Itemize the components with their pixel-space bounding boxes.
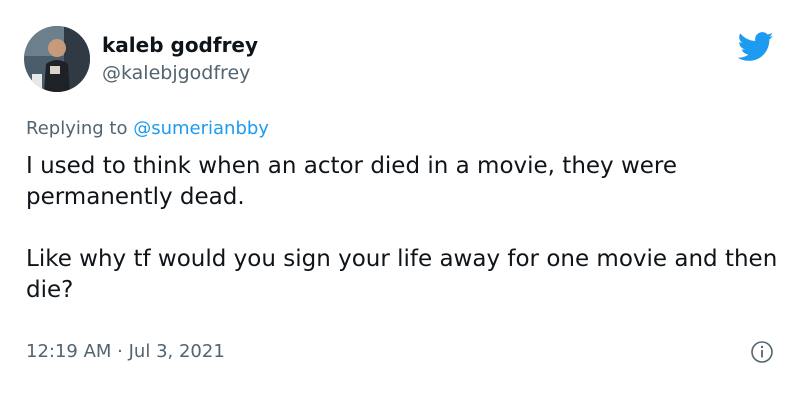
reply-mention-link[interactable]: @sumerianbby	[133, 118, 269, 139]
avatar-image	[24, 26, 90, 92]
author-names: kaleb godfrey @kalebjgodfrey	[102, 32, 258, 86]
replying-to: Replying to @sumerianbby	[26, 117, 269, 141]
tweet-text: I used to think when an actor died in a …	[26, 151, 786, 306]
tweet-timestamp[interactable]: 12:19 AM · Jul 3, 2021	[26, 340, 225, 364]
author-handle[interactable]: @kalebjgodfrey	[102, 60, 258, 86]
tweet-time: 12:19 AM	[26, 341, 112, 362]
tweet-paragraph: Like why tf would you sign your life awa…	[26, 246, 778, 303]
replying-to-label: Replying to	[26, 118, 134, 139]
tweet-date: Jul 3, 2021	[128, 341, 225, 362]
tweet-header: kaleb godfrey @kalebjgodfrey	[24, 26, 258, 92]
tweet-card: kaleb godfrey @kalebjgodfrey Replying to…	[0, 0, 800, 400]
info-icon[interactable]	[750, 340, 774, 364]
author-display-name[interactable]: kaleb godfrey	[102, 32, 258, 58]
tweet-paragraph: I used to think when an actor died in a …	[26, 153, 678, 210]
avatar[interactable]	[24, 26, 90, 92]
timestamp-separator: ·	[111, 341, 129, 362]
twitter-bird-icon[interactable]	[738, 32, 774, 62]
